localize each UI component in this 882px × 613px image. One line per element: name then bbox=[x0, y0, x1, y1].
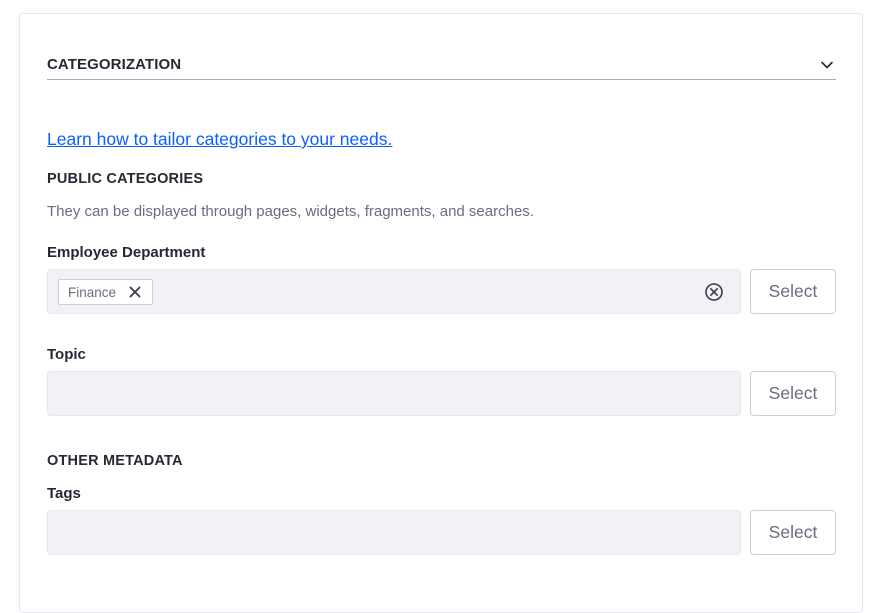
employee-department-select-button[interactable]: Select bbox=[750, 269, 836, 314]
help-link[interactable]: Learn how to tailor categories to your n… bbox=[47, 127, 392, 151]
topic-label: Topic bbox=[47, 346, 86, 363]
tag-chip-label: Finance bbox=[68, 284, 117, 300]
panel-header-toggle[interactable]: CATEGORIZATION bbox=[47, 50, 836, 80]
tags-input[interactable] bbox=[47, 510, 741, 555]
public-categories-heading: PUBLIC CATEGORIES bbox=[47, 171, 204, 187]
employee-department-label: Employee Department bbox=[47, 244, 206, 261]
tag-chip: Finance bbox=[58, 279, 154, 305]
topic-input[interactable] bbox=[47, 371, 741, 416]
tags-label: Tags bbox=[47, 485, 81, 502]
categorization-panel: CATEGORIZATION Learn how to tailor categ… bbox=[19, 13, 863, 613]
close-icon[interactable] bbox=[128, 285, 142, 299]
chevron-down-icon[interactable] bbox=[819, 57, 835, 73]
tags-select-button[interactable]: Select bbox=[750, 510, 836, 555]
panel-title: CATEGORIZATION bbox=[47, 55, 182, 73]
topic-select-button[interactable]: Select bbox=[750, 371, 836, 416]
clear-all-icon[interactable] bbox=[704, 282, 724, 302]
other-metadata-heading: OTHER METADATA bbox=[47, 453, 183, 469]
employee-department-input[interactable]: Finance bbox=[47, 269, 741, 314]
public-categories-description: They can be displayed through pages, wid… bbox=[47, 203, 534, 220]
